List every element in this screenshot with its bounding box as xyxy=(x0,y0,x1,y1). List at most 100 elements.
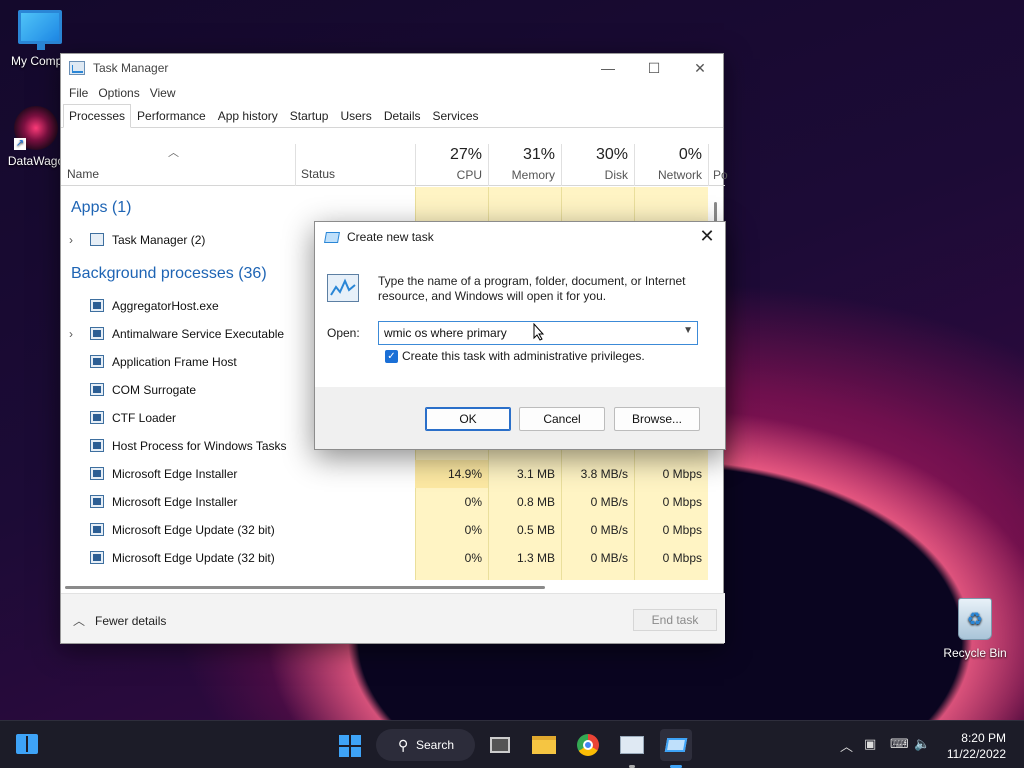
tab-startup[interactable]: Startup xyxy=(284,104,335,128)
process-icon xyxy=(90,523,104,536)
cell-disk: 0 MB/s xyxy=(590,551,628,565)
menu-bar: File Options View xyxy=(61,82,723,104)
scrollbar-thumb[interactable] xyxy=(65,586,545,589)
process-name: Microsoft Edge Installer xyxy=(112,495,238,509)
admin-privileges-checkbox[interactable]: ✓ Create this task with administrative p… xyxy=(385,349,645,363)
cell-network: 0 Mbps xyxy=(662,467,702,481)
table-row[interactable]: Microsoft Edge Update (32 bit) 0% 0.5 MB 0 … xyxy=(61,516,715,544)
column-name[interactable]: Name xyxy=(67,167,99,181)
search-label: Search xyxy=(416,738,455,752)
table-row[interactable]: Microsoft Edge Installer 14.9% 3.1 MB 3.8 M… xyxy=(61,460,715,488)
tab-processes[interactable]: Processes xyxy=(63,104,132,128)
title-bar[interactable]: Task Manager — ☐ ✕ xyxy=(61,54,723,82)
process-name: Microsoft Edge Installer xyxy=(112,467,238,481)
task-manager-process-icon xyxy=(90,233,104,246)
end-task-button[interactable]: End task xyxy=(633,609,717,631)
fewer-details-button[interactable]: ︿ Fewer details xyxy=(73,612,166,629)
close-icon[interactable]: ✕ xyxy=(697,226,717,247)
taskbar-search[interactable]: ⚲ Search xyxy=(376,729,475,761)
process-name: Task Manager (2) xyxy=(112,233,206,247)
tab-performance[interactable]: Performance xyxy=(131,104,212,128)
cpu-label: CPU xyxy=(456,168,482,182)
ime-icon[interactable]: ⌨ xyxy=(890,736,909,752)
cell-memory: 0.5 MB xyxy=(516,523,555,537)
network-percent: 0% xyxy=(678,146,702,163)
task-manager-taskbar-icon[interactable] xyxy=(616,729,648,761)
cell-disk: 0 MB/s xyxy=(590,495,628,509)
cell-network: 0 Mbps xyxy=(662,523,702,537)
sort-caret-icon: ︿ xyxy=(168,147,179,159)
chevron-up-icon[interactable]: ︿ xyxy=(840,736,853,755)
column-network[interactable]: 0% Network xyxy=(634,144,708,186)
chevron-down-icon[interactable]: ▼ xyxy=(683,325,693,336)
ok-button[interactable]: OK xyxy=(425,407,511,431)
recycle-bin-icon: ♻ xyxy=(958,598,992,640)
dialog-button-bar: OK Cancel Browse... xyxy=(315,387,725,449)
dialog-title-bar[interactable]: Create new task xyxy=(324,230,434,244)
section-apps[interactable]: Apps (1) xyxy=(71,199,131,217)
tab-details[interactable]: Details xyxy=(378,104,427,128)
minimize-icon[interactable]: — xyxy=(585,54,631,82)
expand-chevron-icon[interactable]: › xyxy=(69,226,73,254)
volume-icon[interactable]: 🔈 xyxy=(914,736,930,752)
process-icon xyxy=(90,355,104,368)
chrome-icon[interactable] xyxy=(572,729,604,761)
process-icon xyxy=(90,551,104,564)
table-row[interactable]: Microsoft Edge Update (32 bit) 0% 1.3 MB 0 … xyxy=(61,544,715,572)
process-name: Microsoft Edge Update (32 bit) xyxy=(112,523,275,537)
menu-view[interactable]: View xyxy=(148,86,184,100)
process-name: AggregatorHost.exe xyxy=(112,299,219,313)
maximize-icon[interactable]: ☐ xyxy=(631,54,677,82)
monitor-icon xyxy=(18,10,62,50)
menu-file[interactable]: File xyxy=(67,86,96,100)
section-background[interactable]: Background processes (36) xyxy=(71,265,267,283)
column-disk[interactable]: 30% Disk xyxy=(561,144,634,186)
network-icon[interactable]: ▣ xyxy=(864,736,876,752)
disk-percent: 30% xyxy=(595,146,628,163)
cell-cpu: 0% xyxy=(464,495,482,509)
process-icon xyxy=(90,299,104,312)
open-input[interactable] xyxy=(379,322,669,344)
clock[interactable]: 8:20 PM 11/22/2022 xyxy=(947,730,1006,762)
column-cpu[interactable]: 27% CPU xyxy=(415,144,488,186)
process-name: Application Frame Host xyxy=(112,355,237,369)
cursor-icon xyxy=(533,323,545,341)
menu-options[interactable]: Options xyxy=(96,86,147,100)
table-row[interactable]: Microsoft Edge Installer 0% 0.8 MB 0 MB/s 0 … xyxy=(61,488,715,516)
file-explorer-icon[interactable] xyxy=(528,729,560,761)
desktop-icon-label: Recycle Bin xyxy=(943,646,1007,660)
tab-app-history[interactable]: App history xyxy=(212,104,284,128)
cell-cpu: 14.9% xyxy=(447,467,482,481)
tab-services[interactable]: Services xyxy=(427,104,485,128)
memory-percent: 31% xyxy=(522,146,555,163)
process-name: CTF Loader xyxy=(112,411,177,425)
browse-button[interactable]: Browse... xyxy=(614,407,700,431)
process-name: Host Process for Windows Tasks xyxy=(112,439,287,453)
horizontal-scrollbar[interactable] xyxy=(61,582,725,592)
process-name: Antimalware Service Executable xyxy=(112,327,285,341)
column-status[interactable]: Status xyxy=(301,167,335,181)
clock-time: 8:20 PM xyxy=(961,731,1006,745)
power-label: Po xyxy=(713,168,728,182)
expand-chevron-icon[interactable]: › xyxy=(69,320,73,348)
process-name: Microsoft Edge Update (32 bit) xyxy=(112,551,275,565)
process-name: COM Surrogate xyxy=(112,383,197,397)
start-button[interactable] xyxy=(334,729,366,761)
cell-network: 0 Mbps xyxy=(662,551,702,565)
open-label: Open: xyxy=(327,326,360,340)
task-view-icon[interactable] xyxy=(484,729,516,761)
widgets-icon[interactable] xyxy=(16,734,38,754)
admin-checkbox-label: Create this task with administrative pri… xyxy=(402,349,645,363)
tab-bar: Processes Performance App history Startu… xyxy=(61,104,723,128)
column-memory[interactable]: 31% Memory xyxy=(488,144,561,186)
process-icon xyxy=(90,411,104,424)
column-power[interactable]: Po xyxy=(708,144,728,186)
close-icon[interactable]: ✕ xyxy=(677,54,723,82)
dialog-description: Type the name of a program, folder, docu… xyxy=(378,274,686,303)
tab-users[interactable]: Users xyxy=(334,104,377,128)
run-dialog-taskbar-icon[interactable] xyxy=(660,729,692,761)
checkmark-icon[interactable]: ✓ xyxy=(385,349,398,363)
desktop-icon-recycle-bin[interactable]: ♻ Recycle Bin xyxy=(935,598,1015,660)
cancel-button[interactable]: Cancel xyxy=(519,407,605,431)
process-icon xyxy=(90,467,104,480)
